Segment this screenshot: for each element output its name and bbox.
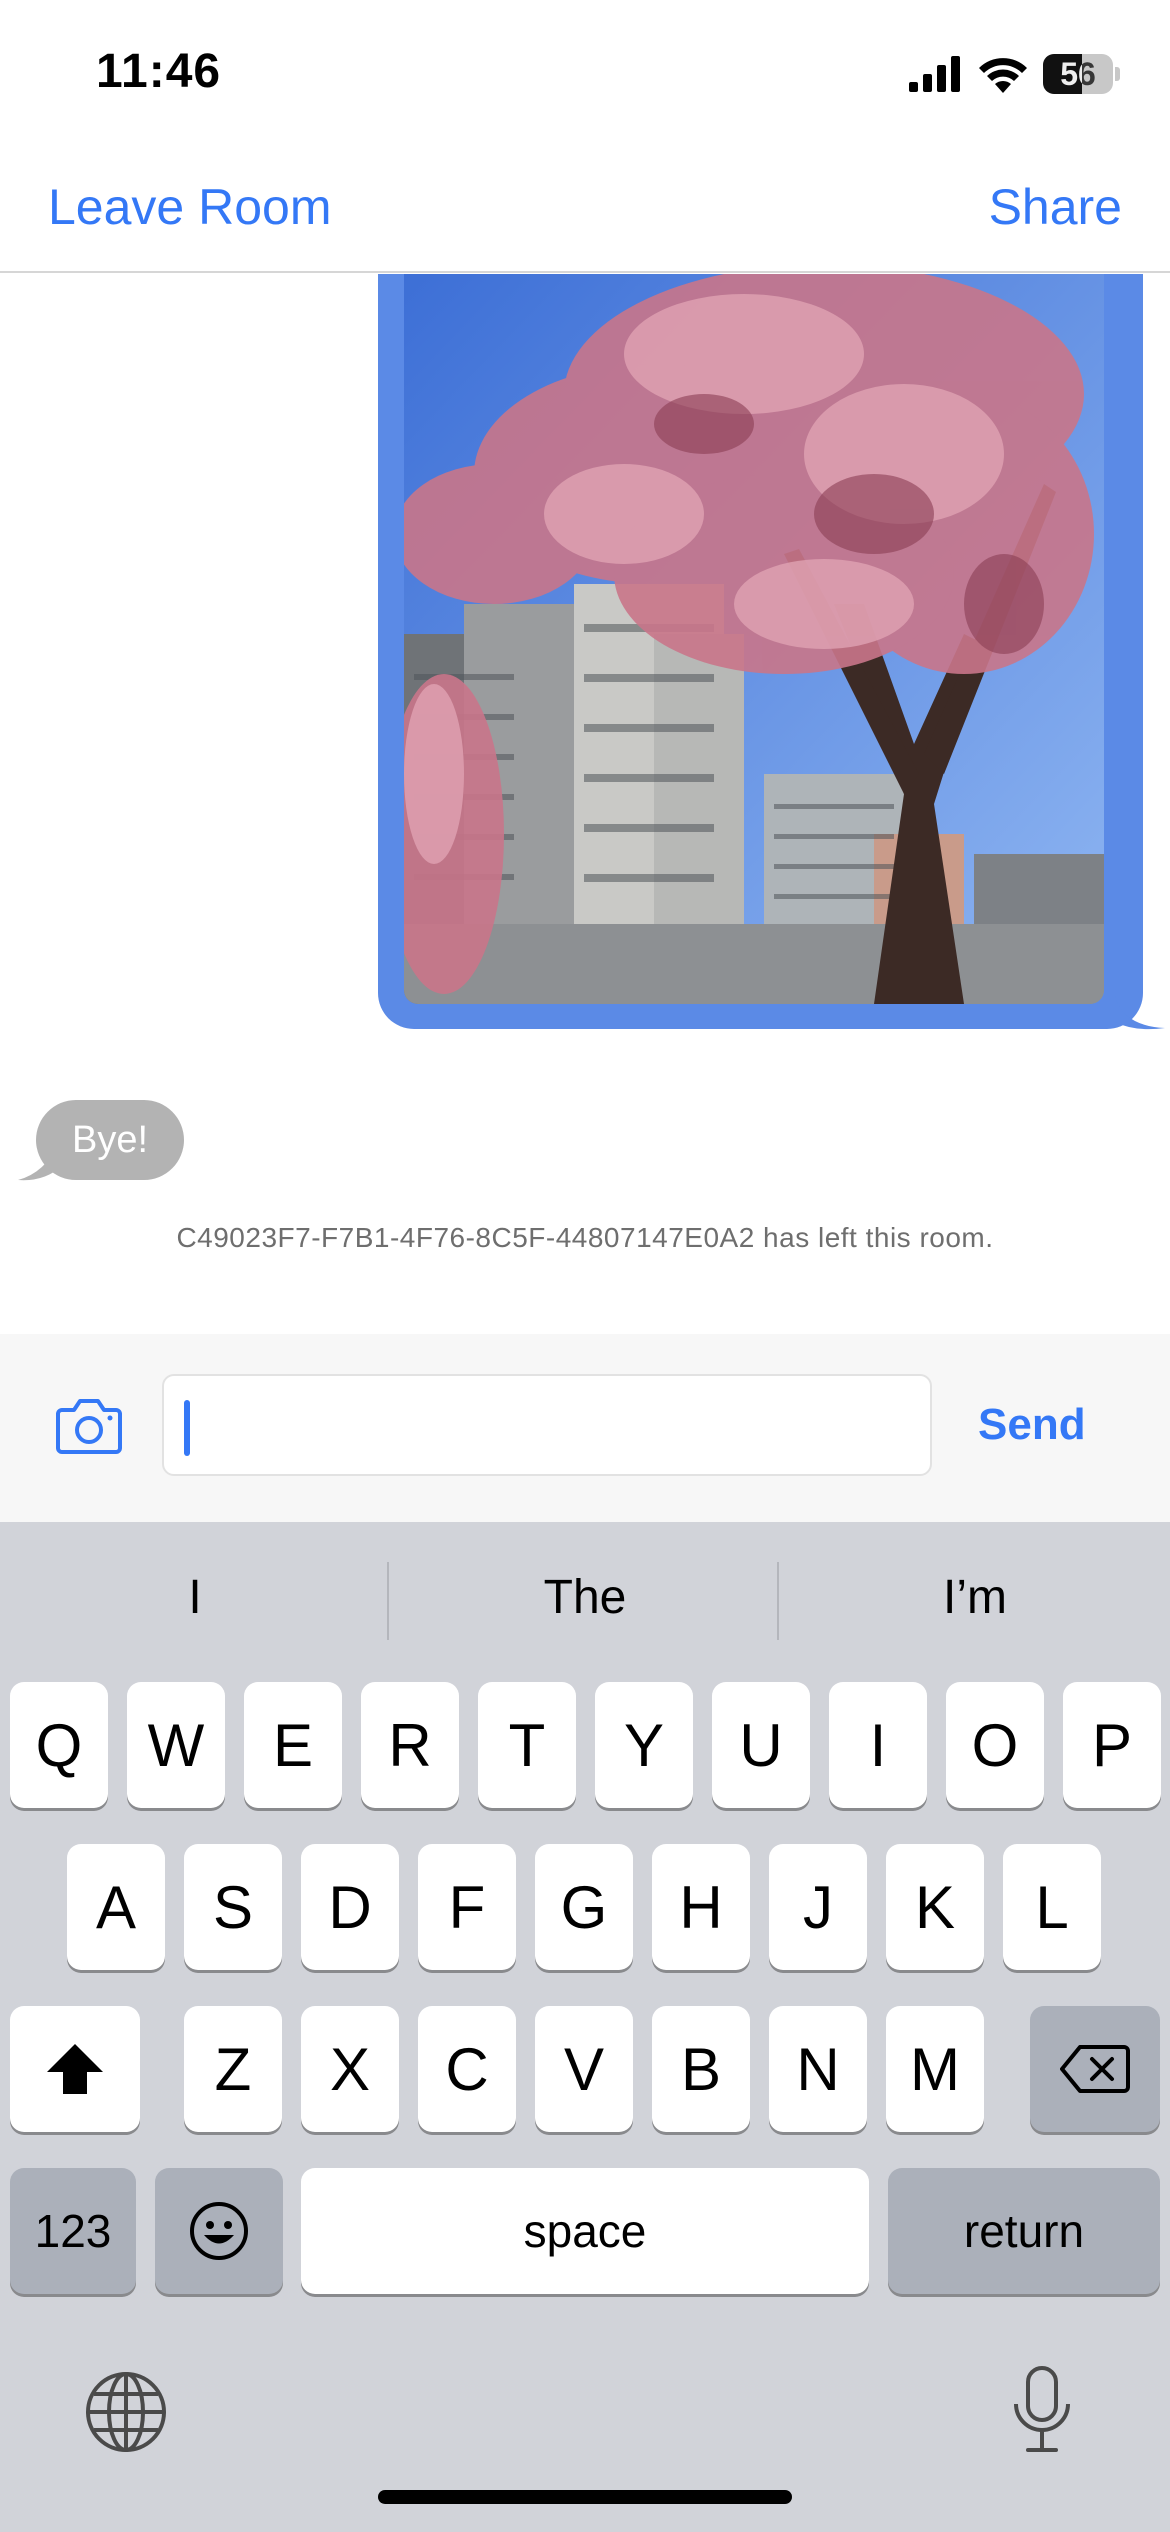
return-key[interactable]: return (888, 2168, 1160, 2294)
key-v[interactable]: V (535, 2006, 633, 2132)
status-icons: 56 (909, 50, 1120, 98)
emoji-key[interactable] (155, 2168, 283, 2294)
key-e[interactable]: E (244, 1682, 342, 1808)
key-n[interactable]: N (769, 2006, 867, 2132)
keyboard: I The I’m Q W E R T Y U I O P A S D F G … (0, 1522, 1170, 2532)
leave-room-button[interactable]: Leave Room (48, 178, 332, 236)
key-p[interactable]: P (1063, 1682, 1161, 1808)
key-d[interactable]: D (301, 1844, 399, 1970)
suggestion-3[interactable]: I’m (780, 1570, 1170, 1625)
key-t[interactable]: T (478, 1682, 576, 1808)
battery-icon: 56 (1043, 54, 1113, 94)
system-message: C49023F7-F7B1-4F76-8C5F-44807147E0A2 has… (176, 1222, 994, 1253)
key-m[interactable]: M (886, 2006, 984, 2132)
shared-photo[interactable] (404, 274, 1104, 1004)
status-bar: 11:46 56 (0, 0, 1170, 140)
incoming-message-bubble[interactable]: Bye! (36, 1100, 184, 1180)
key-x[interactable]: X (301, 2006, 399, 2132)
camera-icon[interactable] (56, 1396, 122, 1454)
key-f[interactable]: F (418, 1844, 516, 1970)
key-z[interactable]: Z (184, 2006, 282, 2132)
key-i[interactable]: I (829, 1682, 927, 1808)
shift-icon (47, 2044, 103, 2094)
message-list[interactable]: Bye! C49023F7-F7B1-4F76-8C5F-44807147E0A… (0, 274, 1170, 1334)
key-h[interactable]: H (652, 1844, 750, 1970)
shift-key[interactable] (10, 2006, 140, 2132)
globe-icon[interactable] (84, 2370, 168, 2454)
backspace-icon (1060, 2045, 1130, 2093)
message-input-bar: Send (0, 1334, 1170, 1522)
key-c[interactable]: C (418, 2006, 516, 2132)
suggestion-2[interactable]: The (390, 1570, 780, 1625)
share-button[interactable]: Share (989, 178, 1122, 236)
key-q[interactable]: Q (10, 1682, 108, 1808)
battery-cap (1115, 67, 1120, 81)
predictive-bar: I The I’m (0, 1522, 1170, 1678)
space-key[interactable]: space (301, 2168, 869, 2294)
key-j[interactable]: J (769, 1844, 867, 1970)
key-w[interactable]: W (127, 1682, 225, 1808)
microphone-icon[interactable] (1010, 2364, 1074, 2456)
status-time: 11:46 (96, 45, 222, 98)
emoji-icon (190, 2202, 248, 2260)
key-o[interactable]: O (946, 1682, 1044, 1808)
delete-key[interactable] (1030, 2006, 1160, 2132)
suggestion-1[interactable]: I (0, 1570, 390, 1625)
battery-level: 56 (1060, 55, 1096, 92)
key-l[interactable]: L (1003, 1844, 1101, 1970)
key-r[interactable]: R (361, 1682, 459, 1808)
home-indicator[interactable] (378, 2490, 792, 2504)
suggestion-divider (777, 1562, 779, 1640)
key-u[interactable]: U (712, 1682, 810, 1808)
key-y[interactable]: Y (595, 1682, 693, 1808)
suggestion-divider (387, 1562, 389, 1640)
key-k[interactable]: K (886, 1844, 984, 1970)
send-button[interactable]: Send (978, 1400, 1086, 1450)
text-cursor (184, 1400, 190, 1456)
wifi-icon (979, 58, 1027, 93)
outgoing-bubble-tail (1115, 996, 1165, 1030)
key-b[interactable]: B (652, 2006, 750, 2132)
message-input[interactable] (162, 1374, 932, 1476)
key-a[interactable]: A (67, 1844, 165, 1970)
key-s[interactable]: S (184, 1844, 282, 1970)
cellular-signal-icon (909, 56, 960, 92)
key-g[interactable]: G (535, 1844, 633, 1970)
nav-bar: Leave Room Share (0, 140, 1170, 273)
numbers-key[interactable]: 123 (10, 2168, 136, 2294)
